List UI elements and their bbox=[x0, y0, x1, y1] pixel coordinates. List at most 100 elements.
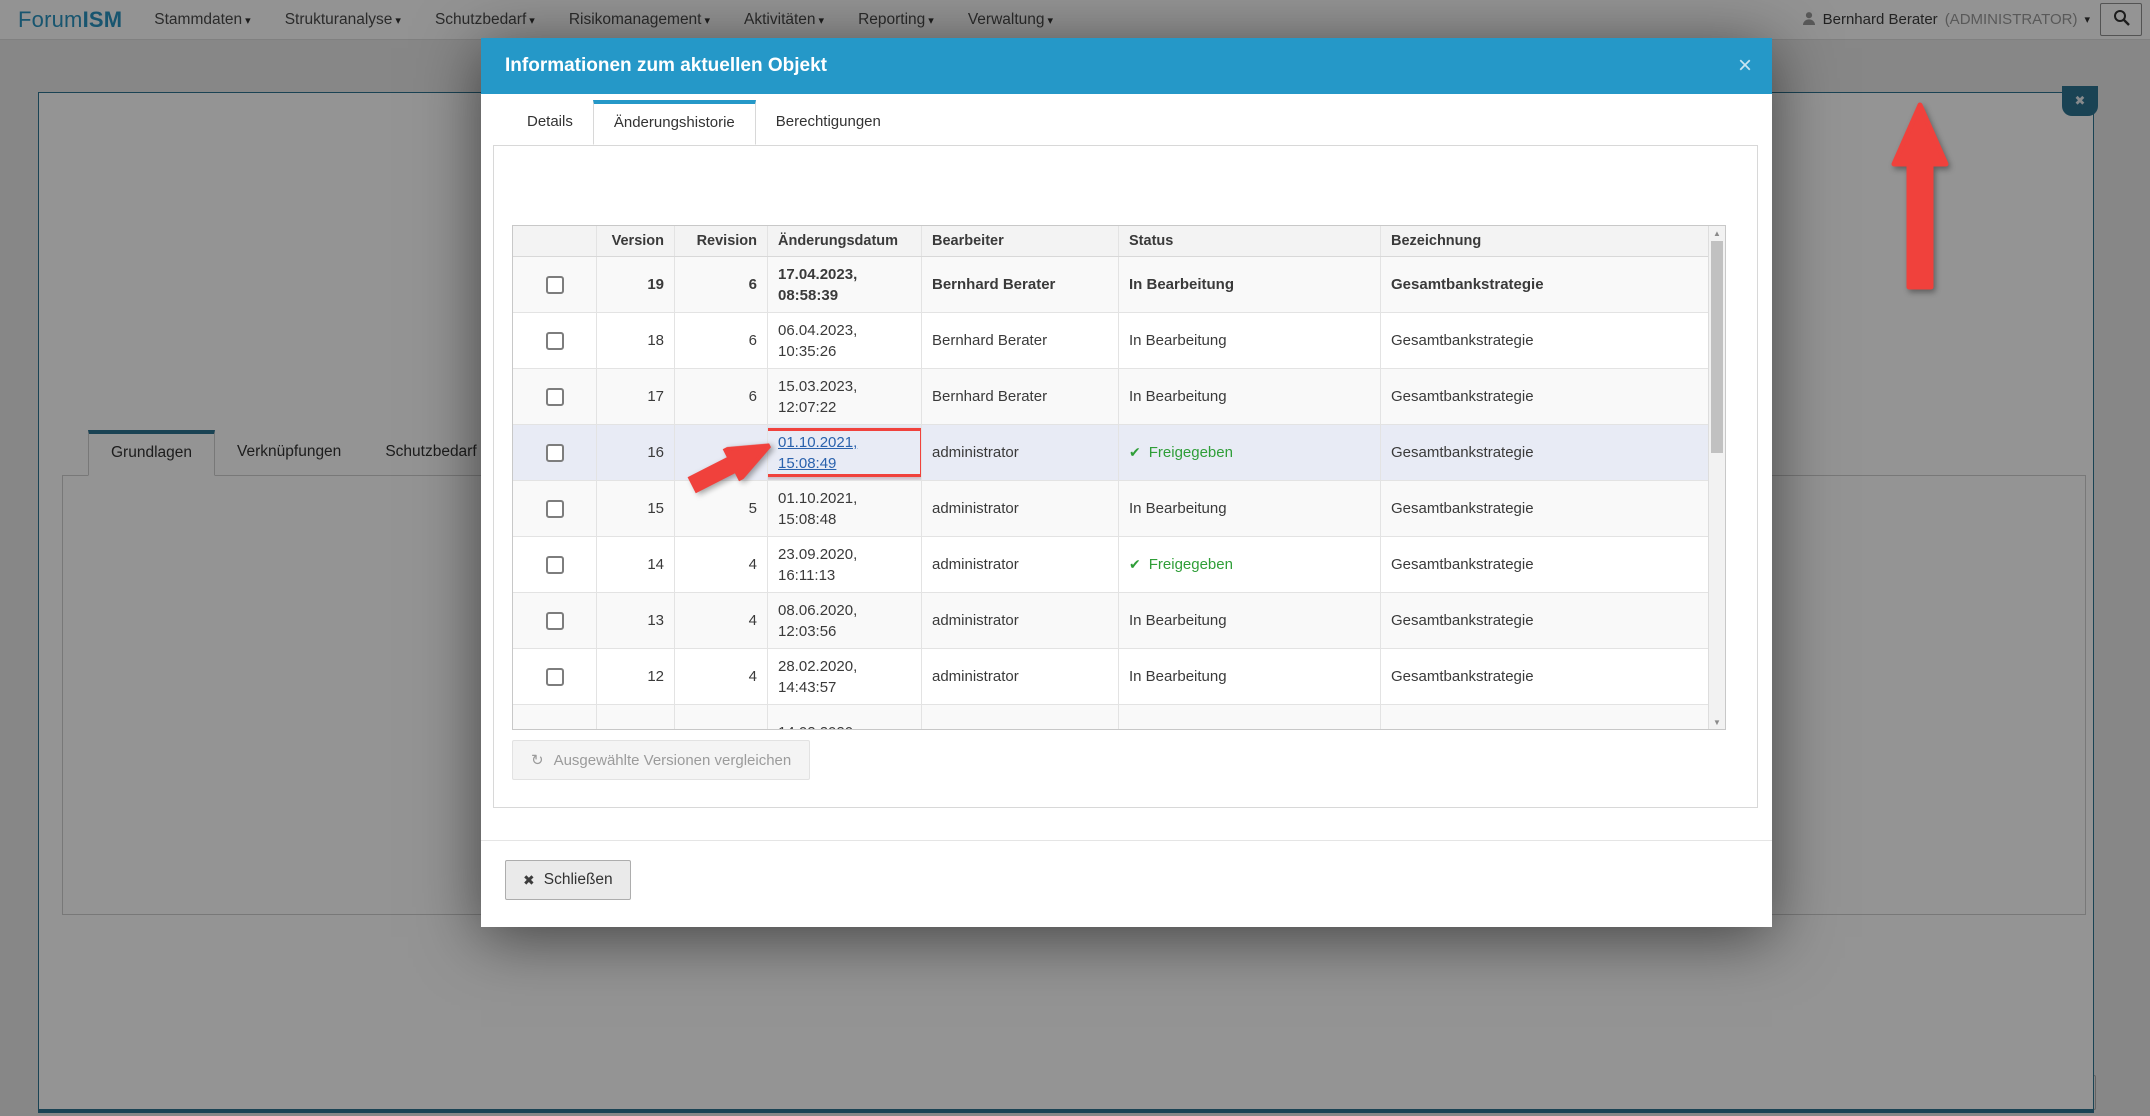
editor-cell: Bernhard Berater bbox=[922, 257, 1119, 312]
select-cell bbox=[513, 481, 597, 536]
status-cell: In Bearbeitung bbox=[1119, 313, 1381, 368]
change-date[interactable]: 01.10.2021, bbox=[778, 432, 857, 453]
modal-tab-berechtigungen[interactable]: Berechtigungen bbox=[756, 100, 901, 145]
editor-cell: Bernhard Berater bbox=[922, 369, 1119, 424]
column-header-select bbox=[513, 226, 597, 256]
change-time: 08:58:39 bbox=[778, 286, 839, 304]
change-date-cell: 17.04.2023, 08:58:39 bbox=[768, 257, 922, 312]
name-cell: Gesamtbankstrategie bbox=[1391, 612, 1534, 629]
status-cell: In Bearbeitung bbox=[1119, 369, 1381, 424]
change-date: 06.04.2023, bbox=[778, 321, 858, 339]
compare-versions-button[interactable]: ↻ Ausgewählte Versionen vergleichen bbox=[512, 740, 811, 780]
row-checkbox[interactable] bbox=[545, 499, 564, 518]
modal-close-button[interactable]: ✖ Schließen bbox=[505, 860, 631, 900]
modal-tabs: Details Änderungshistorie Berechtigungen bbox=[507, 100, 901, 145]
select-cell bbox=[513, 649, 597, 704]
modal-tab-änderungshistorie[interactable]: Änderungshistorie bbox=[592, 100, 756, 145]
change-date: 14.02.2020 bbox=[778, 722, 853, 729]
change-date: 28.02.2020, bbox=[778, 657, 858, 675]
select-cell bbox=[513, 425, 597, 480]
change-date: 15.03.2023, bbox=[778, 377, 858, 395]
change-date-cell: 01.10.2021, 15:08:48 bbox=[768, 481, 922, 536]
change-time: 14:43:57 bbox=[778, 678, 837, 696]
change-date-cell: 15.03.2023, 12:07:22 bbox=[768, 369, 922, 424]
editor-cell: administrator bbox=[922, 537, 1119, 592]
refresh-icon: ↻ bbox=[531, 752, 544, 769]
change-date-cell: 23.09.2020, 16:11:13 bbox=[768, 537, 922, 592]
name-cell: Gesamtbankstrategie bbox=[1391, 444, 1534, 461]
select-cell bbox=[513, 537, 597, 592]
select-cell bbox=[513, 257, 597, 312]
version-cell: 18 bbox=[597, 313, 675, 368]
modal-footer-divider bbox=[481, 840, 1772, 841]
change-date-cell: 28.02.2020, 14:43:57 bbox=[768, 649, 922, 704]
name-cell bbox=[1381, 705, 1725, 729]
change-time[interactable]: 15:08:49 bbox=[778, 453, 836, 474]
name-cell: Gesamtbankstrategie bbox=[1391, 500, 1534, 517]
close-icon: ✖ bbox=[523, 871, 535, 888]
check-icon: ✔ bbox=[1129, 556, 1141, 572]
object-info-modal: Informationen zum aktuellen Objekt × Det… bbox=[481, 38, 1772, 927]
status-approved: ✔ Freigegeben bbox=[1129, 444, 1233, 461]
revision-cell: 6 bbox=[675, 313, 768, 368]
version-cell: 13 bbox=[597, 593, 675, 648]
editor-cell: administrator bbox=[922, 593, 1119, 648]
editor-cell bbox=[922, 705, 1119, 729]
row-checkbox[interactable] bbox=[545, 555, 564, 574]
column-header-status: Status bbox=[1119, 226, 1381, 256]
version-cell: 19 bbox=[597, 257, 675, 312]
change-date-cell[interactable]: 01.10.2021, 15:08:49 bbox=[768, 425, 922, 480]
row-checkbox[interactable] bbox=[545, 611, 564, 630]
row-checkbox[interactable] bbox=[545, 275, 564, 294]
select-cell bbox=[513, 593, 597, 648]
row-checkbox[interactable] bbox=[545, 667, 564, 686]
version-cell bbox=[597, 705, 675, 729]
history-row: 14.02.2020 bbox=[513, 705, 1725, 729]
status-cell bbox=[1119, 705, 1381, 729]
version-cell: 16 bbox=[597, 425, 675, 480]
status-cell: In Bearbeitung bbox=[1119, 649, 1381, 704]
version-cell: 15 bbox=[597, 481, 675, 536]
select-cell bbox=[513, 705, 597, 729]
column-header-version: Version bbox=[597, 226, 675, 256]
editor-cell: Bernhard Berater bbox=[922, 313, 1119, 368]
status-text: Freigegeben bbox=[1148, 444, 1233, 461]
modal-header: Informationen zum aktuellen Objekt × bbox=[481, 38, 1772, 94]
revision-cell: 4 bbox=[675, 537, 768, 592]
change-date-cell: 06.04.2023, 10:35:26 bbox=[768, 313, 922, 368]
version-cell: 14 bbox=[597, 537, 675, 592]
status-cell: ✔ Freigegeben bbox=[1119, 425, 1381, 480]
name-cell: Gesamtbankstrategie bbox=[1391, 332, 1534, 349]
modal-tab-details[interactable]: Details bbox=[507, 100, 593, 145]
change-date: 17.04.2023, bbox=[778, 265, 858, 283]
scroll-down-icon[interactable]: ▼ bbox=[1709, 715, 1725, 729]
modal-close-icon[interactable]: × bbox=[1738, 54, 1752, 78]
history-table-header: Version Revision Änderungsdatum Bearbeiter S… bbox=[513, 226, 1725, 257]
status-cell: In Bearbeitung bbox=[1119, 257, 1381, 312]
change-date-cell: 08.06.2020, 12:03:56 bbox=[768, 593, 922, 648]
history-row: 17 6 15.03.2023, 12:07:22 Bernhard Berater In… bbox=[513, 369, 1725, 425]
name-cell: Gesamtbankstrategie bbox=[1391, 556, 1534, 573]
revision-cell: 4 bbox=[675, 593, 768, 648]
change-time: 10:35:26 bbox=[778, 342, 837, 360]
check-icon: ✔ bbox=[1129, 444, 1141, 460]
change-date: 01.10.2021, bbox=[778, 489, 858, 507]
row-checkbox[interactable] bbox=[545, 331, 564, 350]
status-cell: In Bearbeitung bbox=[1119, 593, 1381, 648]
history-row: 12 4 28.02.2020, 14:43:57 administrator In Be… bbox=[513, 649, 1725, 705]
history-row: 19 6 17.04.2023, 08:58:39 Bernhard Berater In… bbox=[513, 257, 1725, 313]
editor-cell: administrator bbox=[922, 481, 1119, 536]
scroll-up-icon[interactable]: ▲ bbox=[1709, 226, 1725, 240]
annotation-arrow-to-info bbox=[1891, 102, 1949, 297]
row-checkbox[interactable] bbox=[545, 443, 564, 462]
table-scrollbar[interactable]: ▲ ▼ bbox=[1708, 226, 1725, 729]
scrollbar-thumb[interactable] bbox=[1711, 241, 1723, 453]
row-checkbox[interactable] bbox=[545, 387, 564, 406]
change-time: 15:08:48 bbox=[778, 510, 837, 528]
column-header-bearbeiter: Bearbeiter bbox=[922, 226, 1119, 256]
change-date: 23.09.2020, bbox=[778, 545, 858, 563]
column-header-änderungsdatum: Änderungsdatum bbox=[768, 226, 922, 256]
select-cell bbox=[513, 369, 597, 424]
change-date: 08.06.2020, bbox=[778, 601, 858, 619]
status-text: Freigegeben bbox=[1148, 556, 1233, 573]
